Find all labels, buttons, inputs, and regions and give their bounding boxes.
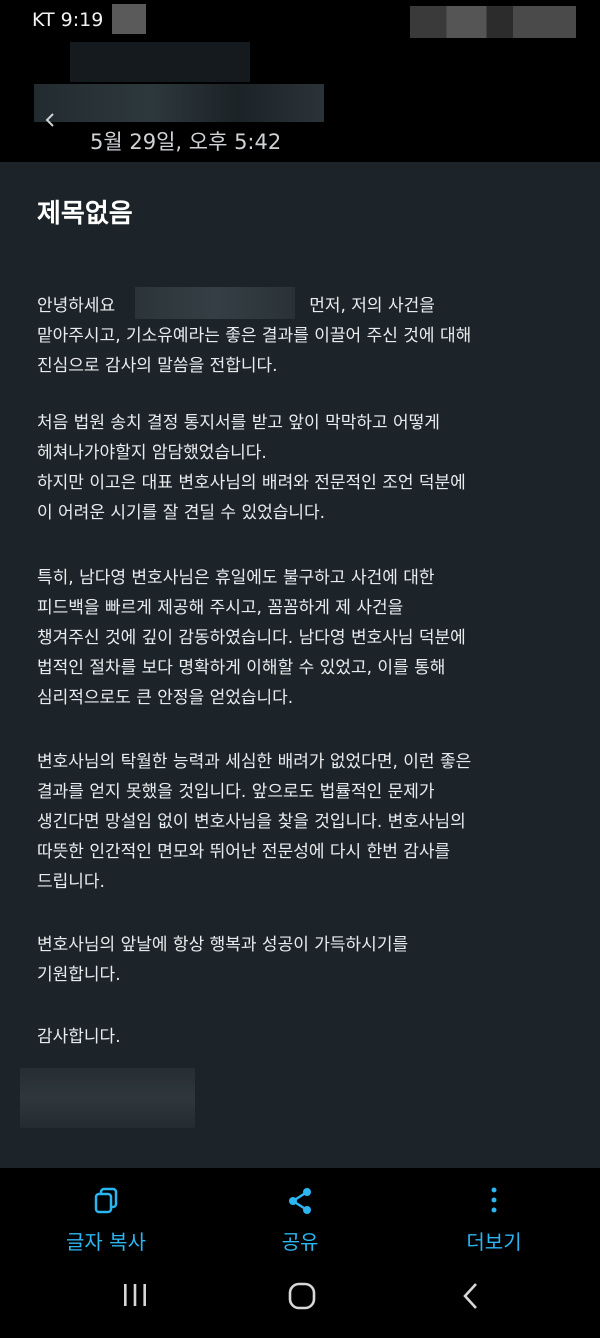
message-line: 감사합니다. bbox=[37, 1027, 121, 1047]
message-title: 제목없음 bbox=[37, 199, 133, 229]
redacted-sender bbox=[70, 42, 250, 82]
message-line: 이 어려운 시기를 잘 견딜 수 있었습니다. bbox=[37, 503, 326, 523]
more-label: 더보기 bbox=[466, 1230, 522, 1254]
message-line: 처음 법원 송치 결정 통지서를 받고 앞이 막막하고 어떻게 bbox=[37, 413, 440, 433]
greeting-text: 안녕하세요 bbox=[37, 296, 116, 316]
redacted-sender-number bbox=[34, 84, 324, 122]
message-paragraph-5: 변호사님의 앞날에 항상 행복과 성공이 가득하시기를 기원합니다. bbox=[37, 930, 577, 990]
recent-apps-icon[interactable] bbox=[120, 1282, 150, 1308]
message-line: 법적인 절차를 보다 명확하게 이해할 수 있었고, 이를 통해 bbox=[37, 658, 446, 678]
redacted-status-right bbox=[410, 6, 576, 38]
share-label: 공유 bbox=[281, 1230, 319, 1254]
message-line: 하지만 이고은 대표 변호사님의 배려와 전문적인 조언 덕분에 bbox=[37, 473, 466, 493]
copy-text-label: 글자 복사 bbox=[66, 1230, 146, 1254]
message-paragraph-3: 특히, 남다영 변호사님은 휴일에도 불구하고 사건에 대한 피드백을 빠르게 … bbox=[37, 563, 577, 713]
bottom-action-bar: 글자 복사 공유 더보기 bbox=[0, 1168, 600, 1338]
copy-text-button[interactable]: 글자 복사 bbox=[36, 1186, 176, 1255]
message-line: 드립니다. bbox=[37, 872, 105, 892]
message-line: 맡아주시고, 기소유예라는 좋은 결과를 이끌어 주신 것에 대해 bbox=[37, 326, 472, 346]
more-vertical-icon bbox=[491, 1187, 497, 1213]
message-content: 제목없음 안녕하세요 먼저, 저의 사건을 맡아주시고, 기소유예라는 좋은 결과… bbox=[0, 162, 600, 1168]
message-line: 변호사님의 앞날에 항상 행복과 성공이 가득하시기를 bbox=[37, 935, 409, 955]
message-line: 안녕하세요 먼저, 저의 사건을 bbox=[37, 287, 577, 321]
redacted-status-icon bbox=[112, 4, 146, 34]
copy-icon bbox=[94, 1187, 118, 1214]
back-icon[interactable] bbox=[460, 1281, 484, 1311]
message-line: 결과를 얻지 못했을 것입니다. 앞으로도 법률적인 문제가 bbox=[37, 782, 435, 802]
message-paragraph-6: 감사합니다. bbox=[37, 1022, 577, 1052]
message-line: 챙겨주신 것에 깊이 감동하였습니다. 남다영 변호사님 덕분에 bbox=[37, 628, 466, 648]
message-line: 따뜻한 인간적인 면모와 뛰어난 전문성에 다시 한번 감사를 bbox=[37, 842, 451, 862]
share-button[interactable]: 공유 bbox=[230, 1186, 370, 1255]
message-line: 변호사님의 탁월한 능력과 세심한 배려가 없었다면, 이런 좋은 bbox=[37, 752, 472, 772]
message-line: 기원합니다. bbox=[37, 965, 121, 985]
carrier-time: KT 9:19 bbox=[32, 9, 104, 31]
message-date: 5월 29일, 오후 5:42 bbox=[90, 130, 282, 154]
redacted-signature bbox=[20, 1068, 195, 1128]
message-line: 헤쳐나가야할지 암담했었습니다. bbox=[37, 443, 267, 463]
back-arrow-icon[interactable] bbox=[42, 112, 58, 128]
share-icon bbox=[289, 1188, 311, 1214]
message-paragraph-1: 안녕하세요 먼저, 저의 사건을 맡아주시고, 기소유예라는 좋은 결과를 이끌어… bbox=[37, 287, 577, 381]
message-line: 생긴다면 망설임 없이 변호사님을 찾을 것입니다. 변호사님의 bbox=[37, 812, 466, 832]
message-line: 특히, 남다영 변호사님은 휴일에도 불구하고 사건에 대한 bbox=[37, 568, 435, 588]
message-paragraph-4: 변호사님의 탁월한 능력과 세심한 배려가 없었다면, 이런 좋은 결과를 얻지… bbox=[37, 747, 577, 897]
status-bar: KT 9:19 bbox=[0, 0, 600, 40]
more-button[interactable]: 더보기 bbox=[424, 1186, 564, 1255]
system-nav-bar bbox=[0, 1264, 600, 1338]
redacted-name bbox=[135, 287, 296, 319]
message-line: 심리적으로도 큰 안정을 얻었습니다. bbox=[37, 688, 294, 708]
message-line: 진심으로 감사의 말씀을 전합니다. bbox=[37, 356, 278, 376]
home-icon[interactable] bbox=[287, 1281, 317, 1311]
message-paragraph-2: 처음 법원 송치 결정 통지서를 받고 앞이 막막하고 어떻게 헤쳐나가야할지 … bbox=[37, 408, 577, 528]
greeting-suffix: 먼저, 저의 사건을 bbox=[309, 296, 435, 316]
message-line: 피드백을 빠르게 제공해 주시고, 꼼꼼하게 제 사건을 bbox=[37, 598, 404, 618]
